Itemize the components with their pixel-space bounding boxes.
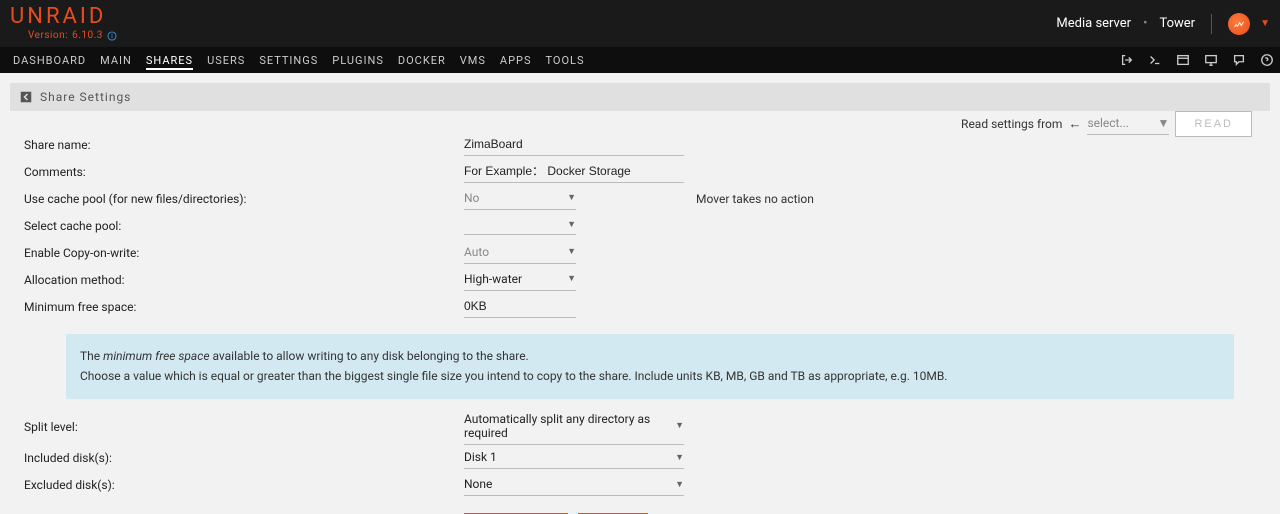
back-square-icon[interactable] <box>20 91 32 103</box>
included-select[interactable]: Disk 1▼ <box>464 447 684 469</box>
comments-label: Comments: <box>24 165 464 179</box>
cow-label: Enable Copy-on-write: <box>24 246 464 260</box>
nav-apps[interactable]: APPS <box>493 47 539 73</box>
mover-note: Mover takes no action <box>696 192 814 206</box>
help-icon[interactable] <box>1260 53 1274 67</box>
dot-separator: • <box>1143 16 1147 31</box>
logo: UNRAID Version: 6.10.3 <box>10 6 117 41</box>
readfrom-select[interactable]: select...▼ <box>1087 113 1169 135</box>
section-title: Share Settings <box>40 90 131 104</box>
nav-shares[interactable]: SHARES <box>139 47 200 73</box>
window-icon[interactable] <box>1176 53 1190 67</box>
readfrom-label: Read settings from <box>961 117 1062 131</box>
vertical-separator <box>1211 14 1212 34</box>
included-label: Included disk(s): <box>24 451 464 465</box>
nav-settings[interactable]: SETTINGS <box>252 47 325 73</box>
share-name-label: Share name: <box>24 138 464 152</box>
minfree-label: Minimum free space: <box>24 300 464 314</box>
feedback-icon[interactable] <box>1232 53 1246 67</box>
comments-input[interactable] <box>464 161 684 183</box>
excluded-label: Excluded disk(s): <box>24 478 464 492</box>
avatar[interactable] <box>1228 13 1250 35</box>
version-label: Version: 6.10.3 <box>10 30 117 41</box>
alloc-label: Allocation method: <box>24 273 464 287</box>
nav-users[interactable]: USERS <box>200 47 252 73</box>
nav-dashboard[interactable]: DASHBOARD <box>6 47 93 73</box>
monitor-icon[interactable] <box>1204 53 1218 67</box>
nav-plugins[interactable]: PLUGINS <box>325 47 391 73</box>
server-description: Media server <box>1056 16 1131 31</box>
nav-tools[interactable]: TOOLS <box>539 47 592 73</box>
select-cache-label: Select cache pool: <box>24 219 464 233</box>
use-cache-label: Use cache pool (for new files/directorie… <box>24 192 464 206</box>
nav-docker[interactable]: DOCKER <box>391 47 453 73</box>
nav-main[interactable]: MAIN <box>93 47 139 73</box>
alloc-select[interactable]: High-water▼ <box>464 269 576 291</box>
terminal-icon[interactable] <box>1148 53 1162 67</box>
select-cache-select[interactable]: ▼ <box>464 216 576 235</box>
section-header: Share Settings <box>10 83 1270 111</box>
cow-select[interactable]: Auto▼ <box>464 242 576 264</box>
minfree-input[interactable] <box>464 296 576 318</box>
split-label: Split level: <box>24 420 464 434</box>
excluded-select[interactable]: None▼ <box>464 474 684 496</box>
split-select[interactable]: Automatically split any directory as req… <box>464 409 684 445</box>
use-cache-select[interactable]: No▼ <box>464 188 576 210</box>
nav-vms[interactable]: VMS <box>453 47 493 73</box>
chevron-down-icon[interactable]: ▼ <box>1260 18 1270 29</box>
server-name: Tower <box>1159 16 1195 31</box>
logout-icon[interactable] <box>1120 53 1134 67</box>
brand-text: UNRAID <box>10 6 106 28</box>
read-button: READ <box>1175 111 1252 137</box>
info-icon[interactable] <box>107 31 117 41</box>
help-box: The minimum free space available to allo… <box>66 334 1234 399</box>
arrow-left-icon: ← <box>1068 116 1081 132</box>
share-name-input[interactable] <box>464 134 684 156</box>
